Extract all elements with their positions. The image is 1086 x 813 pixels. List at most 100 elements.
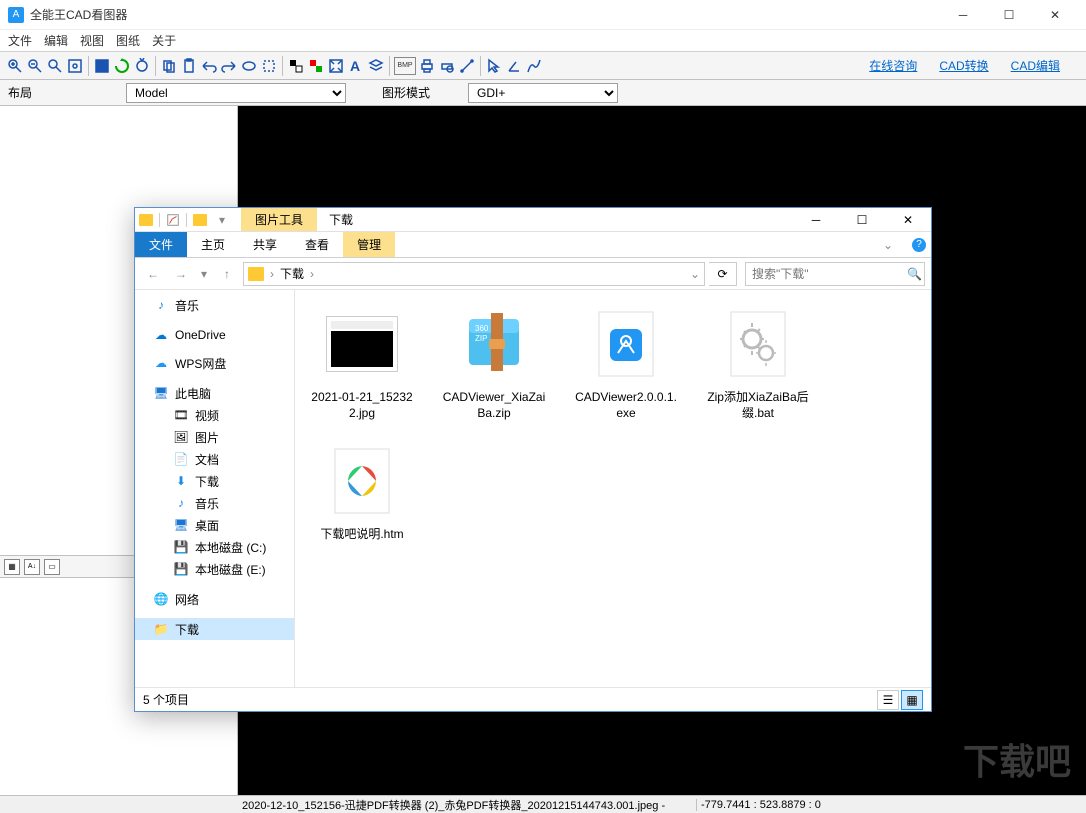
help-icon[interactable]: ? [907,232,931,257]
maximize-button[interactable]: ☐ [986,0,1032,30]
view-details-button[interactable]: ☰ [877,690,899,710]
menu-view[interactable]: 视图 [80,32,104,49]
ribbon-expand-icon[interactable]: ⌄ [869,232,907,257]
forward-button[interactable]: → [169,262,193,286]
tab-props-icon[interactable]: ▭ [44,559,60,575]
print-icon[interactable] [418,57,436,75]
layout-label: 布局 [8,84,118,101]
tab-alpha-icon[interactable]: A↓ [24,559,40,575]
text-icon[interactable]: A [347,57,365,75]
jpg-thumbnail [322,304,402,384]
sidebar-item-drive-c[interactable]: 💾本地磁盘 (C:) [135,536,294,558]
refresh-icon[interactable] [113,57,131,75]
ribbon-home[interactable]: 主页 [187,232,239,257]
link-edit[interactable]: CAD编辑 [1011,57,1060,74]
angle-icon[interactable] [505,57,523,75]
up-button[interactable]: ↑ [215,262,239,286]
sidebar-item-music[interactable]: ♪音乐 [135,294,294,316]
menu-about[interactable]: 关于 [152,32,176,49]
minimize-button[interactable]: ─ [940,0,986,30]
sidebar-item-network[interactable]: 🌐网络 [135,588,294,610]
cursor-icon[interactable] [485,57,503,75]
copy-icon[interactable] [160,57,178,75]
explorer-maximize-button[interactable]: ☐ [839,208,885,232]
cad-titlebar: A 全能王CAD看图器 ─ ☐ ✕ [0,0,1086,30]
pan-icon[interactable] [93,57,111,75]
sidebar-item-videos[interactable]: 🎞视频 [135,404,294,426]
paste-icon[interactable] [180,57,198,75]
svg-text:A: A [350,58,360,74]
file-name: CADViewer_XiaZaiBa.zip [441,390,547,421]
color2-icon[interactable] [307,57,325,75]
measure-icon[interactable] [458,57,476,75]
explorer-close-button[interactable]: ✕ [885,208,931,232]
search-box[interactable]: 🔍 [745,262,925,286]
chevron-icon[interactable]: › [310,267,314,281]
path-icon[interactable] [525,57,543,75]
history-dropdown-icon[interactable]: ⌄ [690,267,700,281]
breadcrumb-folder-icon [248,267,264,281]
select-icon[interactable] [260,57,278,75]
sidebar-item-music[interactable]: ♪音乐 [135,492,294,514]
sidebar-item-thispc[interactable]: 🖥此电脑 [135,382,294,404]
sidebar-item-downloads[interactable]: ⬇下载 [135,470,294,492]
zoom-out-icon[interactable] [26,57,44,75]
layers-icon[interactable] [367,57,385,75]
menu-edit[interactable]: 编辑 [44,32,68,49]
sidebar-item-drive-e[interactable]: 💾本地磁盘 (E:) [135,558,294,580]
zoom-in-icon[interactable] [6,57,24,75]
file-item[interactable]: Zip添加XiaZaiBa后缀.bat [705,304,811,421]
refresh-button[interactable]: ⟳ [709,262,737,286]
view-icons-button[interactable]: ▦ [901,690,923,710]
ribbon-manage[interactable]: 管理 [343,232,395,257]
file-item[interactable]: 下载吧说明.htm [309,441,415,543]
sidebar-item-wps[interactable]: ☁WPS网盘 [135,352,294,374]
file-item[interactable]: 2021-01-21_152322.jpg [309,304,415,421]
dropdown-icon[interactable]: ▾ [211,209,233,231]
extents-icon[interactable] [327,57,345,75]
menu-file[interactable]: 文件 [8,32,32,49]
breadcrumb-item[interactable]: 下载 [276,265,308,282]
explorer-window: ▾ 图片工具 下载 ─ ☐ ✕ 文件 主页 共享 查看 管理 ⌄ ? ← → ▾… [134,207,932,712]
chevron-icon[interactable]: › [270,267,274,281]
zoom-fit-icon[interactable] [46,57,64,75]
sidebar-item-pictures[interactable]: 🖼图片 [135,426,294,448]
menu-drawing[interactable]: 图纸 [116,32,140,49]
ribbon-view[interactable]: 查看 [291,232,343,257]
layout-select[interactable]: Model [126,83,346,103]
sidebar-item-desktop[interactable]: 🖥桌面 [135,514,294,536]
close-button[interactable]: ✕ [1032,0,1078,30]
new-folder-icon[interactable] [189,209,211,231]
folder-icon[interactable] [135,209,157,231]
color1-icon[interactable] [287,57,305,75]
sidebar-item-onedrive[interactable]: ☁OneDrive [135,324,294,346]
redo-icon[interactable] [220,57,238,75]
print-preview-icon[interactable] [438,57,456,75]
group-icon[interactable] [240,57,258,75]
breadcrumb[interactable]: › 下载 › ⌄ [243,262,705,286]
sidebar-item-documents[interactable]: 📄文档 [135,448,294,470]
bmp-icon[interactable]: BMP [394,57,416,75]
drive-icon: 💾 [173,561,189,577]
zoom-region-icon[interactable] [66,57,84,75]
ribbon-file[interactable]: 文件 [135,232,187,257]
link-convert[interactable]: CAD转换 [939,57,988,74]
file-item[interactable]: 360ZIP CADViewer_XiaZaiBa.zip [441,304,547,421]
ribbon-share[interactable]: 共享 [239,232,291,257]
link-consult[interactable]: 在线咨询 [869,57,917,74]
sidebar-item-downloads-selected[interactable]: 📁下载 [135,618,294,640]
folder-icon: 📁 [153,621,169,637]
properties-icon[interactable] [162,209,184,231]
recent-dropdown-icon[interactable]: ▾ [197,262,211,286]
back-button[interactable]: ← [141,262,165,286]
search-icon[interactable]: 🔍 [907,267,922,281]
app-icon: A [8,7,24,23]
undo-icon[interactable] [200,57,218,75]
mode-select[interactable]: GDI+ [468,83,618,103]
file-item[interactable]: CADViewer2.0.0.1.exe [573,304,679,421]
rotate-icon[interactable] [133,57,151,75]
tab-categorized-icon[interactable]: ▦ [4,559,20,575]
explorer-minimize-button[interactable]: ─ [793,208,839,232]
explorer-content[interactable]: 2021-01-21_152322.jpg 360ZIP CADViewer_X… [295,290,931,687]
search-input[interactable] [752,267,907,281]
